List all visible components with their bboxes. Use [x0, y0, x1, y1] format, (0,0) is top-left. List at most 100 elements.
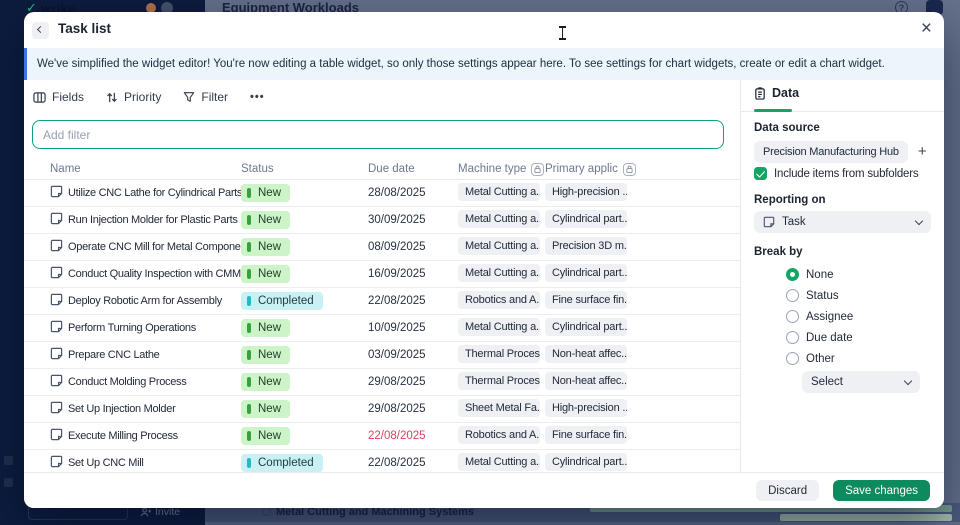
due-date: 29/08/2025 — [368, 403, 458, 415]
table-row[interactable]: Operate CNC Mill for Metal Components Ne… — [24, 234, 740, 261]
close-icon[interactable]: × — [921, 16, 932, 42]
table-row[interactable]: Set Up CNC Mill Completed 22/08/2025 Met… — [24, 450, 740, 472]
add-filter-input[interactable] — [32, 120, 724, 149]
machine-type-cell: Metal Cutting a... — [458, 318, 545, 339]
priority-button[interactable]: Priority — [106, 90, 161, 104]
modal-header: Task list × — [24, 12, 944, 48]
task-icon — [50, 347, 68, 363]
modal-footer: Discard Save changes — [24, 472, 944, 508]
task-name: Conduct Quality Inspection with CMM — [68, 268, 241, 280]
machine-type-cell: Robotics and A... — [458, 426, 545, 447]
primary-application-cell: Precision 3D m... — [545, 237, 740, 258]
reporting-on-label: Reporting on — [754, 194, 931, 206]
task-name: Set Up Injection Molder — [68, 403, 241, 415]
status-cell: Completed — [241, 292, 368, 310]
break-by-option[interactable]: Due date — [754, 327, 931, 348]
break-by-option[interactable]: Status — [754, 285, 931, 306]
radio-icon[interactable] — [786, 310, 799, 323]
status-cell: New — [241, 265, 368, 283]
status-badge: Completed — [241, 454, 323, 472]
banner-text: We've simplified the widget editor! You'… — [37, 58, 885, 70]
table-body: Utilize CNC Lathe for Cylindrical Parts … — [24, 180, 740, 472]
more-options-button[interactable]: ••• — [250, 91, 265, 103]
checkbox-checked-icon[interactable] — [754, 167, 767, 180]
task-icon — [50, 185, 68, 201]
discard-button[interactable]: Discard — [756, 480, 819, 501]
primary-application-cell: High-precision ... — [545, 399, 740, 420]
fields-icon — [33, 91, 46, 104]
machine-type-cell: Robotics and A... — [458, 291, 545, 312]
table-row[interactable]: Set Up Injection Molder New 29/08/2025 S… — [24, 396, 740, 423]
task-icon — [50, 320, 68, 336]
status-cell: New — [241, 238, 368, 256]
tab-data-label: Data — [772, 86, 799, 100]
column-header-primary-application[interactable]: Primary applic — [545, 163, 740, 176]
radio-icon[interactable] — [786, 352, 799, 365]
break-by-option[interactable]: Other — [754, 348, 931, 369]
back-button[interactable] — [32, 22, 49, 39]
radio-icon[interactable] — [786, 331, 799, 344]
due-date: 22/08/2025 — [368, 430, 458, 442]
include-subfolders-row[interactable]: Include items from subfolders — [754, 167, 931, 180]
radio-icon[interactable] — [786, 289, 799, 302]
task-icon — [50, 212, 68, 228]
machine-type-pill: Metal Cutting a... — [458, 183, 540, 201]
due-date: 16/09/2025 — [368, 268, 458, 280]
machine-type-pill: Metal Cutting a... — [458, 318, 540, 336]
save-changes-button[interactable]: Save changes — [833, 480, 930, 501]
table-row[interactable]: Deploy Robotic Arm for Assembly Complete… — [24, 288, 740, 315]
text-cursor — [558, 26, 567, 40]
primary-application-cell: Cylindrical part... — [545, 210, 740, 231]
other-field-select[interactable]: Select — [802, 371, 920, 393]
add-source-button[interactable]: + — [918, 145, 927, 159]
table-row[interactable]: Utilize CNC Lathe for Cylindrical Parts … — [24, 180, 740, 207]
machine-type-cell: Thermal Proces... — [458, 372, 545, 393]
table-row[interactable]: Conduct Molding Process New 29/08/2025 T… — [24, 369, 740, 396]
data-source-value[interactable]: Precision Manufacturing Hub — [754, 141, 908, 163]
radio-label: Due date — [806, 332, 853, 344]
primary-application-cell: Cylindrical part... — [545, 318, 740, 339]
radio-icon[interactable] — [786, 268, 799, 281]
break-by-option[interactable]: None — [754, 264, 931, 285]
due-date: 29/08/2025 — [368, 376, 458, 388]
task-table: Name Status Due date Machine type Primar… — [24, 159, 740, 472]
table-row[interactable]: Prepare CNC Lathe New 03/09/2025 Thermal… — [24, 342, 740, 369]
fields-button[interactable]: Fields — [33, 90, 84, 104]
task-name: Deploy Robotic Arm for Assembly — [68, 295, 241, 307]
due-date: 03/09/2025 — [368, 349, 458, 361]
chevron-left-icon — [37, 26, 44, 33]
reporting-on-select[interactable]: Task — [754, 211, 931, 233]
column-header-name[interactable]: Name — [50, 163, 241, 175]
column-header-machine-type[interactable]: Machine type — [458, 163, 545, 176]
radio-label: Other — [806, 353, 835, 365]
due-date: 30/09/2025 — [368, 214, 458, 226]
filter-button[interactable]: Filter — [183, 90, 228, 104]
table-toolbar: Fields Priority Filter ••• — [33, 87, 265, 107]
primary-application-pill: Fine surface fin... — [545, 426, 627, 444]
task-name: Utilize CNC Lathe for Cylindrical Parts — [68, 187, 241, 199]
break-by-option[interactable]: Assignee — [754, 306, 931, 327]
machine-type-pill: Metal Cutting a... — [458, 237, 540, 255]
task-name: Set Up CNC Mill — [68, 457, 241, 469]
table-row[interactable]: Execute Milling Process New 22/08/2025 R… — [24, 423, 740, 450]
primary-application-cell: High-precision ... — [545, 183, 740, 204]
machine-type-pill: Sheet Metal Fa... — [458, 399, 540, 417]
radio-label: Assignee — [806, 311, 853, 323]
status-badge: New — [241, 427, 290, 445]
table-row[interactable]: Perform Turning Operations New 10/09/202… — [24, 315, 740, 342]
task-icon — [763, 216, 775, 228]
status-badge: New — [241, 346, 290, 364]
primary-application-pill: High-precision ... — [545, 183, 627, 201]
table-row[interactable]: Run Injection Molder for Plastic Parts N… — [24, 207, 740, 234]
column-header-due-date[interactable]: Due date — [368, 163, 458, 175]
sidebar-icon — [4, 456, 13, 465]
machine-type-cell: Metal Cutting a... — [458, 183, 545, 204]
status-cell: New — [241, 427, 368, 445]
lock-icon — [623, 163, 636, 176]
clipboard-icon — [754, 87, 766, 100]
task-icon — [50, 239, 68, 255]
column-header-status[interactable]: Status — [241, 163, 368, 175]
tab-data[interactable]: Data — [754, 86, 799, 100]
machine-type-pill: Metal Cutting a... — [458, 453, 540, 471]
table-row[interactable]: Conduct Quality Inspection with CMM New … — [24, 261, 740, 288]
